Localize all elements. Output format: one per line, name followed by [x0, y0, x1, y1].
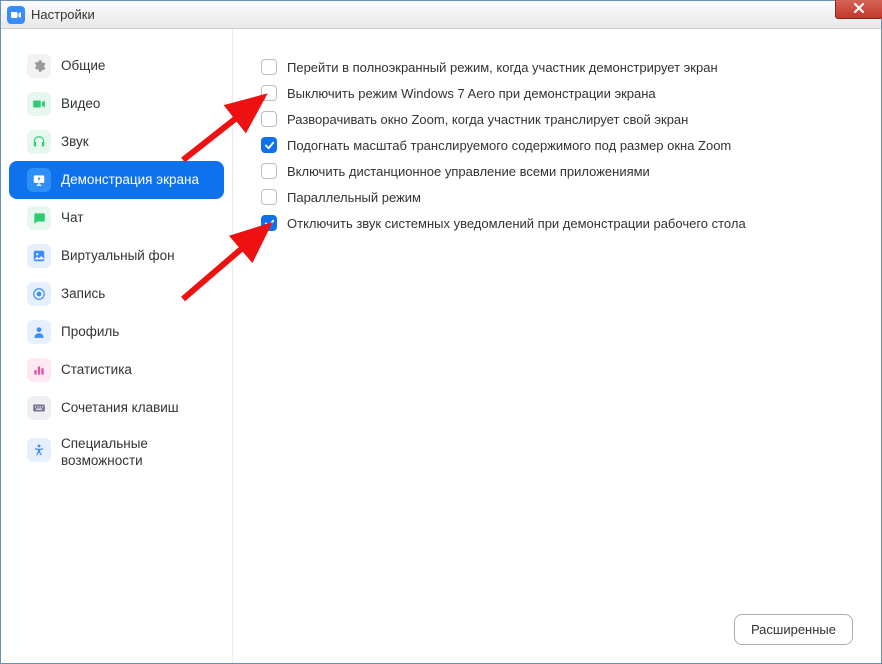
- sidebar-item-label: Общие: [61, 58, 105, 75]
- sidebar-item-stats[interactable]: Статистика: [9, 351, 224, 389]
- option-scale-to-fit[interactable]: Подогнать масштаб транслируемого содержи…: [261, 137, 853, 153]
- sidebar-item-virtual-bg[interactable]: Виртуальный фон: [9, 237, 224, 275]
- checkbox[interactable]: [261, 111, 277, 127]
- close-icon: [853, 2, 865, 14]
- sidebar-item-label: Чат: [61, 210, 83, 227]
- accessibility-icon: [27, 438, 51, 462]
- sidebar-item-label: Статистика: [61, 362, 132, 379]
- settings-list: Перейти в полноэкранный режим, когда уча…: [261, 59, 853, 231]
- sidebar-item-video[interactable]: Видео: [9, 85, 224, 123]
- option-label: Разворачивать окно Zoom, когда участник …: [287, 112, 688, 127]
- headphones-icon: [27, 130, 51, 154]
- chat-icon: [27, 206, 51, 230]
- sidebar-item-record[interactable]: Запись: [9, 275, 224, 313]
- sidebar-item-label: Профиль: [61, 324, 119, 341]
- option-remote-control-all[interactable]: Включить дистанционное управление всеми …: [261, 163, 853, 179]
- checkbox[interactable]: [261, 85, 277, 101]
- option-maximize-on-share[interactable]: Разворачивать окно Zoom, когда участник …: [261, 111, 853, 127]
- footer: Расширенные: [261, 604, 853, 645]
- sidebar-item-label: Демонстрация экрана: [61, 172, 199, 189]
- stats-icon: [27, 358, 51, 382]
- close-button[interactable]: [835, 0, 882, 19]
- option-side-by-side[interactable]: Параллельный режим: [261, 189, 853, 205]
- profile-icon: [27, 320, 51, 344]
- checkbox[interactable]: [261, 137, 277, 153]
- settings-window: Настройки Общие Видео: [0, 0, 882, 664]
- option-disable-aero[interactable]: Выключить режим Windows 7 Aero при демон…: [261, 85, 853, 101]
- gear-icon: [27, 54, 51, 78]
- option-silence-notifications[interactable]: Отключить звук системных уведомлений при…: [261, 215, 853, 231]
- checkbox[interactable]: [261, 59, 277, 75]
- window-title: Настройки: [31, 7, 95, 22]
- sidebar-item-label: Звук: [61, 134, 89, 151]
- keyboard-icon: [27, 396, 51, 420]
- advanced-button[interactable]: Расширенные: [734, 614, 853, 645]
- window-body: Общие Видео Звук Демонстрация экрана: [1, 29, 881, 663]
- app-icon: [7, 6, 25, 24]
- sidebar-item-chat[interactable]: Чат: [9, 199, 224, 237]
- option-fullscreen-on-share[interactable]: Перейти в полноэкранный режим, когда уча…: [261, 59, 853, 75]
- sidebar: Общие Видео Звук Демонстрация экрана: [1, 29, 233, 663]
- record-icon: [27, 282, 51, 306]
- sidebar-item-general[interactable]: Общие: [9, 47, 224, 85]
- sidebar-item-label: Запись: [61, 286, 105, 303]
- checkbox[interactable]: [261, 215, 277, 231]
- sidebar-item-label: Видео: [61, 96, 100, 113]
- sidebar-item-accessibility[interactable]: Специальные возможности: [9, 427, 224, 479]
- checkbox[interactable]: [261, 163, 277, 179]
- share-screen-icon: [27, 168, 51, 192]
- virtual-bg-icon: [27, 244, 51, 268]
- check-icon: [264, 140, 275, 151]
- sidebar-item-profile[interactable]: Профиль: [9, 313, 224, 351]
- sidebar-item-share-screen[interactable]: Демонстрация экрана: [9, 161, 224, 199]
- sidebar-item-shortcuts[interactable]: Сочетания клавиш: [9, 389, 224, 427]
- check-icon: [264, 218, 275, 229]
- titlebar: Настройки: [1, 1, 881, 29]
- option-label: Выключить режим Windows 7 Aero при демон…: [287, 86, 656, 101]
- content-panel: Перейти в полноэкранный режим, когда уча…: [233, 29, 881, 663]
- option-label: Перейти в полноэкранный режим, когда уча…: [287, 60, 718, 75]
- sidebar-item-label: Сочетания клавиш: [61, 400, 179, 417]
- sidebar-item-label: Специальные возможности: [61, 436, 206, 470]
- option-label: Отключить звук системных уведомлений при…: [287, 216, 746, 231]
- sidebar-item-audio[interactable]: Звук: [9, 123, 224, 161]
- checkbox[interactable]: [261, 189, 277, 205]
- option-label: Включить дистанционное управление всеми …: [287, 164, 650, 179]
- option-label: Подогнать масштаб транслируемого содержи…: [287, 138, 731, 153]
- option-label: Параллельный режим: [287, 190, 421, 205]
- video-icon: [27, 92, 51, 116]
- sidebar-item-label: Виртуальный фон: [61, 248, 175, 265]
